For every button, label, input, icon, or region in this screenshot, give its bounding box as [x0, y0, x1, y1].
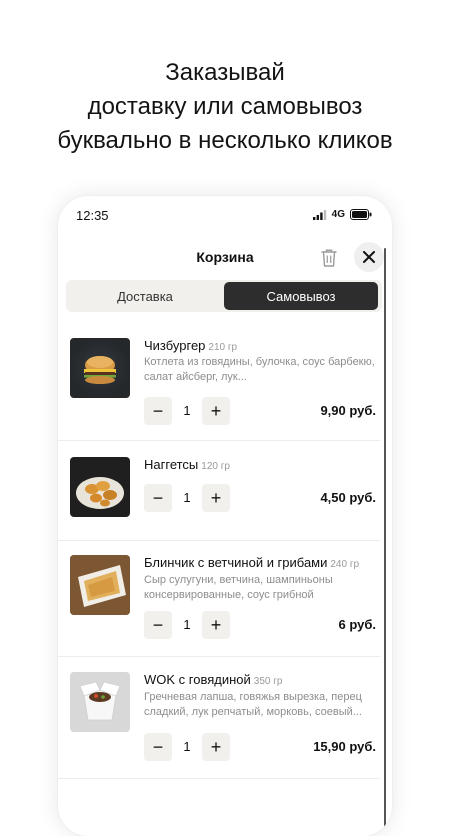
trash-icon: [321, 249, 337, 267]
quantity-stepper: − 1 +: [144, 611, 232, 639]
delivery-mode-toggle: Доставка Самовывоз: [66, 280, 382, 312]
status-bar: 12:35 4G: [58, 196, 392, 236]
status-time: 12:35: [76, 208, 109, 223]
pancake-image: [70, 555, 130, 615]
item-name-text: Блинчик с ветчиной и грибами: [144, 555, 328, 570]
item-weight: 240 гр: [330, 559, 360, 570]
item-name-text: Чизбургер: [144, 338, 206, 353]
item-price: 9,90 руб.: [320, 403, 376, 418]
battery-icon: [350, 209, 372, 220]
scrollbar[interactable]: [384, 248, 386, 836]
promo-headline: Заказывай доставку или самовывоз букваль…: [0, 56, 450, 158]
quantity-stepper: − 1 +: [144, 484, 232, 512]
headline-line-2: доставку или самовывоз: [87, 93, 363, 120]
item-weight: 120 гр: [201, 461, 230, 472]
divider: [58, 440, 380, 441]
quantity-value: 1: [183, 617, 191, 632]
quantity-value: 1: [183, 490, 191, 505]
item-description: Гречневая лапша, говяжья вырезка, перец …: [144, 691, 362, 718]
headline-line-3: буквально в несколько кликов: [57, 127, 393, 154]
quantity-stepper: − 1 +: [144, 397, 232, 425]
wok-box-image: [70, 672, 130, 732]
item-name: Наггетсы 120 гр: [144, 457, 230, 472]
increase-quantity-button[interactable]: +: [202, 733, 230, 761]
tab-pickup[interactable]: Самовывоз: [224, 282, 378, 310]
increase-quantity-button[interactable]: +: [202, 397, 230, 425]
item-name-text: WOK с говядиной: [144, 672, 251, 687]
increase-quantity-button[interactable]: +: [202, 611, 230, 639]
network-label: 4G: [331, 209, 345, 220]
item-name: WOK с говядиной 350 гр: [144, 672, 282, 687]
item-name-text: Наггетсы: [144, 457, 199, 472]
quantity-value: 1: [183, 739, 191, 754]
divider: [58, 656, 380, 657]
cart-header: Корзина: [58, 240, 392, 276]
nuggets-image: [70, 457, 130, 517]
burger-image: [70, 338, 130, 398]
item-description: Сыр сулугуни, ветчина, шампиньоны консер…: [144, 574, 333, 601]
item-description: Котлета из говядины, булочка, соус барбе…: [144, 356, 375, 383]
clear-cart-button[interactable]: [318, 246, 340, 270]
page-title: Корзина: [196, 249, 254, 265]
item-weight: 350 гр: [253, 676, 283, 687]
item-price: 6 руб.: [338, 617, 376, 632]
divider: [58, 778, 380, 779]
system-icons: 4G: [312, 209, 372, 220]
increase-quantity-button[interactable]: +: [202, 484, 230, 512]
divider: [58, 540, 380, 541]
decrease-quantity-button[interactable]: −: [144, 611, 172, 639]
item-name: Чизбургер 210 гр: [144, 338, 237, 353]
signal-icon: [312, 209, 326, 220]
decrease-quantity-button[interactable]: −: [144, 484, 172, 512]
item-weight: 210 гр: [208, 342, 238, 353]
item-name: Блинчик с ветчиной и грибами 240 гр: [144, 555, 359, 570]
close-icon: [363, 251, 375, 263]
close-button[interactable]: [354, 242, 384, 272]
decrease-quantity-button[interactable]: −: [144, 733, 172, 761]
tab-delivery[interactable]: Доставка: [70, 282, 220, 310]
item-price: 4,50 руб.: [320, 490, 376, 505]
quantity-value: 1: [183, 403, 191, 418]
decrease-quantity-button[interactable]: −: [144, 397, 172, 425]
headline-line-1: Заказывай: [165, 59, 285, 86]
quantity-stepper: − 1 +: [144, 733, 232, 761]
phone-mockup: 12:35 4G Корзина Доставка Самовывоз Чизб…: [58, 196, 392, 836]
item-price: 15,90 руб.: [313, 739, 376, 754]
